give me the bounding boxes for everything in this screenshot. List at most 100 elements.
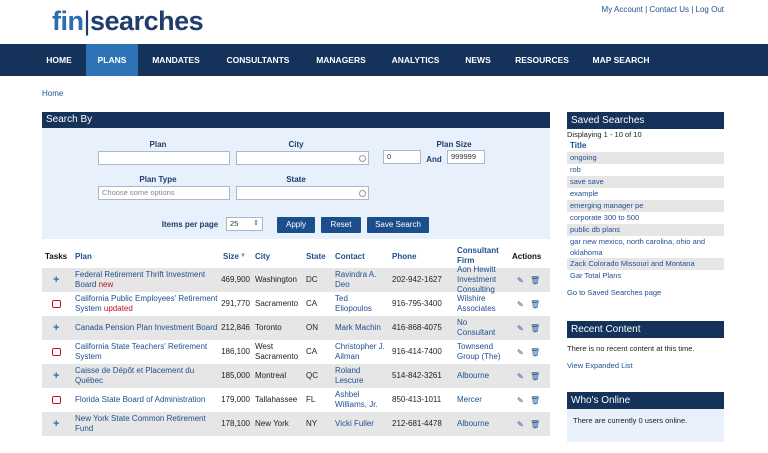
plan-label: Plan xyxy=(149,140,167,149)
plan-size-max-input[interactable]: 999999 xyxy=(447,150,485,164)
trash-icon[interactable]: 🗑 xyxy=(530,420,540,429)
col-size[interactable]: Size ▼ xyxy=(223,244,246,268)
table-row: California State Teachers' Retirement Sy… xyxy=(42,340,550,364)
firm-link[interactable]: Townsend Group (The) xyxy=(457,340,505,364)
city-value: Montreal xyxy=(255,371,287,380)
trash-icon[interactable]: 🗑 xyxy=(530,276,540,285)
firm-link[interactable]: Wilshire Associates xyxy=(457,292,505,316)
firm-link[interactable]: No Consultant xyxy=(457,316,505,340)
top-bar: fin|searches My Account | Contact Us | L… xyxy=(0,0,768,44)
col-contact[interactable]: Contact xyxy=(335,244,365,268)
size-value: 212,846 xyxy=(221,323,250,332)
nav-news[interactable]: NEWS xyxy=(457,44,499,76)
plan-link[interactable]: California State Teachers' Retirement Sy… xyxy=(75,340,220,364)
edit-pencil-icon[interactable]: ✎ xyxy=(517,300,525,309)
saved-title-column[interactable]: Title xyxy=(567,140,724,152)
edit-pencil-icon[interactable]: ✎ xyxy=(517,372,525,381)
log-out-link[interactable]: Log Out xyxy=(696,5,724,14)
plan-link[interactable]: California Public Employees' Retirement … xyxy=(75,292,220,316)
size-value: 178,100 xyxy=(221,419,250,428)
breadcrumb[interactable]: Home xyxy=(42,89,63,98)
view-expanded-list-link[interactable]: View Expanded List xyxy=(567,361,724,370)
plan-type-input[interactable]: Choose some options xyxy=(98,186,230,200)
saved-search-item[interactable]: example xyxy=(567,188,724,200)
plan-link[interactable]: Florida State Board of Administration xyxy=(75,388,220,412)
plan-size-label: Plan Size xyxy=(436,140,472,149)
trash-icon[interactable]: 🗑 xyxy=(530,372,540,381)
plan-size-min-input[interactable]: 0 xyxy=(383,150,421,164)
saved-search-item[interactable]: corporate 300 to 500 xyxy=(567,212,724,224)
plus-icon[interactable]: + xyxy=(53,418,59,430)
saved-search-item[interactable]: public db plans xyxy=(567,224,724,236)
and-label: And xyxy=(426,155,442,164)
contact-link[interactable]: Vicki Fuller xyxy=(335,412,385,436)
saved-search-item[interactable]: gar new mexico, north carolina, ohio and… xyxy=(567,236,724,258)
recent-content-block: Recent Content There is no recent conten… xyxy=(567,321,724,370)
nav-consultants[interactable]: CONSULTANTS xyxy=(218,44,298,76)
trash-icon[interactable]: 🗑 xyxy=(530,348,540,357)
contact-link[interactable]: Mark Machin xyxy=(335,316,391,340)
go-to-saved-searches-link[interactable]: Go to Saved Searches page xyxy=(567,288,724,297)
table-row: + Canada Pension Plan Investment Board 2… xyxy=(42,316,550,340)
firm-link[interactable]: Albourne xyxy=(457,364,505,388)
city-select[interactable] xyxy=(236,151,369,165)
apply-button[interactable]: Apply xyxy=(277,217,315,233)
city-value: Toronto xyxy=(255,323,282,332)
finsearches-logo[interactable]: fin|searches xyxy=(52,6,204,37)
trash-icon[interactable]: 🗑 xyxy=(530,300,540,309)
plan-link[interactable]: New York State Common Retirement Fund xyxy=(75,412,220,436)
reset-button[interactable]: Reset xyxy=(321,217,361,233)
state-select[interactable] xyxy=(236,186,369,200)
trash-icon[interactable]: 🗑 xyxy=(530,396,540,405)
my-account-link[interactable]: My Account xyxy=(602,5,643,14)
contact-link[interactable]: Roland Lescure xyxy=(335,364,385,388)
nav-mandates[interactable]: MANDATES xyxy=(142,44,210,76)
saved-search-item[interactable]: rob xyxy=(567,164,724,176)
phone-value: 416-868-4075 xyxy=(392,323,442,332)
firm-link[interactable]: Albourne xyxy=(457,412,505,436)
nav-plans[interactable]: PLANS xyxy=(86,44,138,76)
plus-icon[interactable]: + xyxy=(53,322,59,334)
trash-icon[interactable]: 🗑 xyxy=(530,324,540,333)
phone-value: 916-795-3400 xyxy=(392,299,442,308)
edit-pencil-icon[interactable]: ✎ xyxy=(517,420,525,429)
contact-link[interactable]: Christopher J. Ailman xyxy=(335,340,385,364)
saved-search-item[interactable]: ongoing xyxy=(567,152,724,164)
contact-link[interactable]: Ted Eliopoulos xyxy=(335,292,385,316)
edit-pencil-icon[interactable]: ✎ xyxy=(517,396,525,405)
col-city[interactable]: City xyxy=(255,244,270,268)
bus-icon[interactable] xyxy=(52,300,61,308)
col-actions: Actions xyxy=(512,251,542,261)
nav-analytics[interactable]: ANALYTICS xyxy=(383,44,448,76)
plus-icon[interactable]: + xyxy=(53,274,59,286)
plus-icon[interactable]: + xyxy=(53,370,59,382)
plan-link[interactable]: Canada Pension Plan Investment Board xyxy=(75,316,220,340)
bus-icon[interactable] xyxy=(52,348,61,356)
plan-link[interactable]: Caisse de Dépôt et Placement du Québec xyxy=(75,364,220,388)
edit-pencil-icon[interactable]: ✎ xyxy=(517,276,525,285)
saved-search-item[interactable]: Gar Total Plans xyxy=(567,270,724,282)
plan-link[interactable]: Federal Retirement Thrift Investment Boa… xyxy=(75,268,220,292)
col-plan[interactable]: Plan xyxy=(75,244,92,268)
nav-map-search[interactable]: MAP SEARCH xyxy=(585,44,657,76)
bus-icon[interactable] xyxy=(52,396,61,404)
col-phone[interactable]: Phone xyxy=(392,244,416,268)
saved-searches-title: Saved Searches xyxy=(567,112,724,129)
saved-search-item[interactable]: emerging manager pe xyxy=(567,200,724,212)
plan-input[interactable] xyxy=(98,151,230,165)
edit-pencil-icon[interactable]: ✎ xyxy=(517,348,525,357)
saved-search-item[interactable]: save save xyxy=(567,176,724,188)
edit-pencil-icon[interactable]: ✎ xyxy=(517,324,525,333)
save-search-button[interactable]: Save Search xyxy=(367,217,429,233)
sort-desc-icon: ▼ xyxy=(240,253,246,259)
items-per-page-select[interactable]: 25 ⇕ xyxy=(226,217,263,231)
firm-link[interactable]: Mercer xyxy=(457,388,505,412)
nav-resources[interactable]: RESOURCES xyxy=(507,44,577,76)
nav-home[interactable]: HOME xyxy=(36,44,82,76)
saved-search-item[interactable]: Zack Colorado Missouri and Montana xyxy=(567,258,724,270)
col-state[interactable]: State xyxy=(306,244,326,268)
nav-managers[interactable]: MANAGERS xyxy=(306,44,376,76)
contact-link[interactable]: Ashbel Williams, Jr. xyxy=(335,388,385,412)
contact-link[interactable]: Ravindra A. Deo xyxy=(335,268,385,292)
contact-us-link[interactable]: Contact Us xyxy=(649,5,689,14)
